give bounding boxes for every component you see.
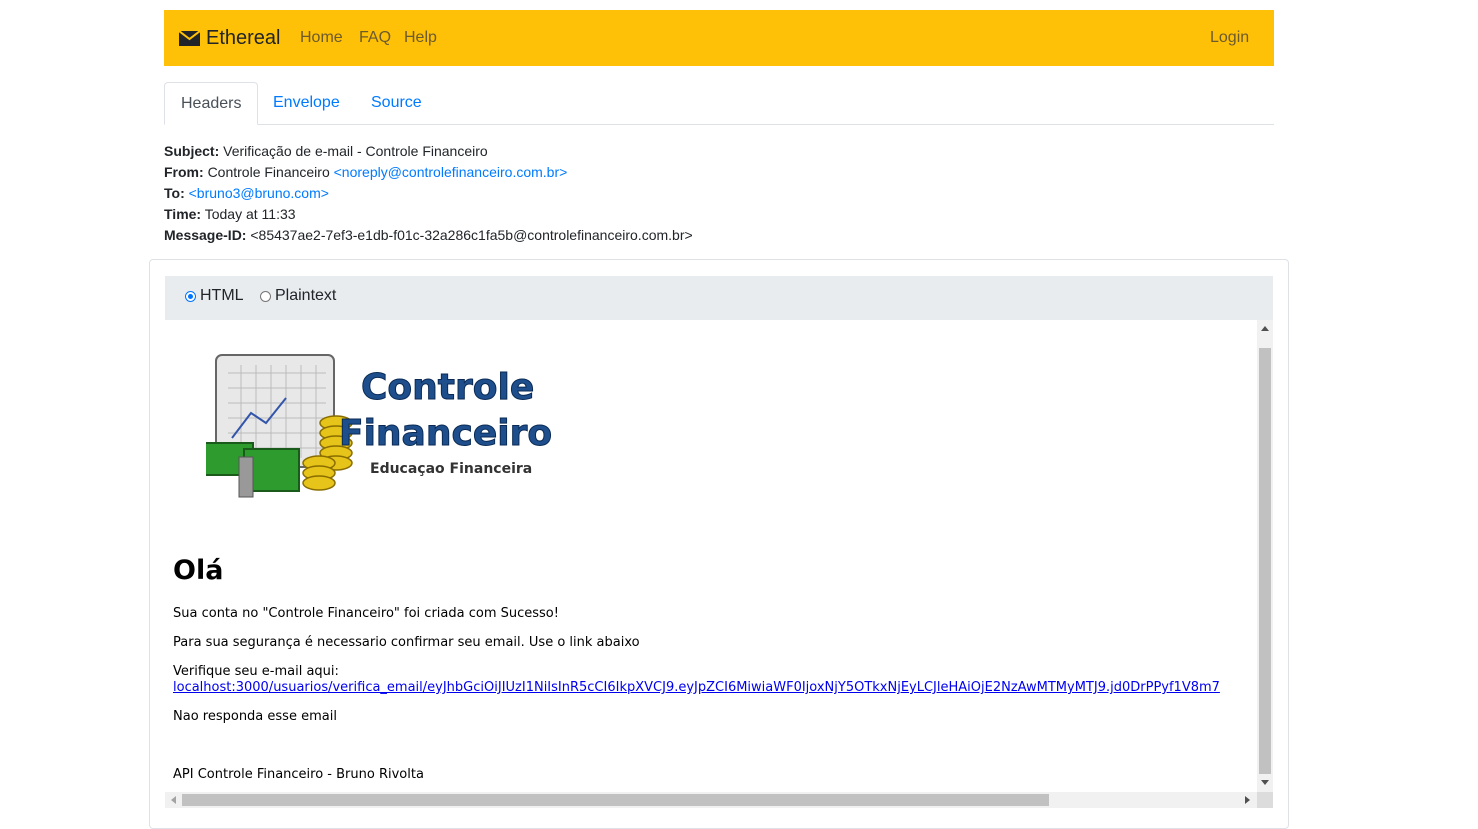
signature-text: API Controle Financeiro - Bruno Rivolta <box>173 767 424 782</box>
message-headers: Subject: Verificação de e-mail - Control… <box>164 141 693 246</box>
brand[interactable]: Ethereal <box>179 25 281 51</box>
plaintext-radio[interactable] <box>260 290 271 302</box>
verify-link-wrap: localhost:3000/usuarios/verifica_email/e… <box>173 680 1220 695</box>
nav-faq-link[interactable]: FAQ <box>359 29 391 47</box>
nav-home-link[interactable]: Home <box>300 29 343 47</box>
time-value: Today at 11:33 <box>204 206 296 222</box>
from-row: From: Controle Financeiro <noreply@contr… <box>164 162 693 183</box>
brand-name: Ethereal <box>206 26 281 49</box>
vertical-scrollbar[interactable] <box>1257 320 1273 792</box>
account-created-text: Sua conta no "Controle Financeiro" foi c… <box>173 606 559 621</box>
to-label: To: <box>164 185 185 201</box>
security-text: Para sua segurança é necessario confirma… <box>173 635 640 650</box>
to-row: To: <bruno3@bruno.com> <box>164 183 693 204</box>
verify-label: Verifique seu e-mail aqui: <box>173 664 339 679</box>
plaintext-view-option[interactable]: Plaintext <box>260 287 336 305</box>
logo-title-line2: Financeiro <box>339 413 552 454</box>
time-row: Time: Today at 11:33 <box>164 204 693 225</box>
message-id-row: Message-ID: <85437ae2-7ef3-e1db-f01c-32a… <box>164 225 693 246</box>
from-email-link[interactable]: <noreply@controlefinanceiro.com.br> <box>334 164 568 180</box>
plaintext-radio-label: Plaintext <box>275 287 337 304</box>
vertical-scroll-thumb[interactable] <box>1259 348 1271 774</box>
html-radio-label: HTML <box>200 287 244 304</box>
verify-link[interactable]: localhost:3000/usuarios/verifica_email/e… <box>173 680 1220 695</box>
scroll-up-arrow-icon[interactable] <box>1261 326 1269 331</box>
tab-headers[interactable]: Headers <box>164 82 259 125</box>
from-name: Controle Financeiro <box>207 164 330 180</box>
to-email-link[interactable]: <bruno3@bruno.com> <box>189 185 329 201</box>
greeting-heading: Olá <box>173 555 224 586</box>
controle-financeiro-logo: Controle Financeiro Educaçao Financeira <box>206 354 553 498</box>
html-radio[interactable] <box>185 290 196 302</box>
horizontal-scrollbar[interactable] <box>165 792 1257 808</box>
time-label: Time: <box>164 206 202 222</box>
message-id-value: <85437ae2-7ef3-e1db-f01c-32a286c1fa5b@co… <box>250 227 693 243</box>
logo-subtitle: Educaçao Financeira <box>370 461 532 477</box>
scroll-left-arrow-icon[interactable] <box>171 796 176 804</box>
envelope-icon <box>179 30 200 46</box>
subject-row: Subject: Verificação de e-mail - Control… <box>164 141 693 162</box>
tab-envelope[interactable]: Envelope <box>273 82 340 124</box>
email-preview-frame[interactable]: Controle Financeiro Educaçao Financeira … <box>165 320 1273 808</box>
horizontal-scroll-thumb[interactable] <box>182 794 1049 806</box>
scroll-right-arrow-icon[interactable] <box>1245 796 1250 804</box>
nav-help-link[interactable]: Help <box>404 29 437 47</box>
html-view-option[interactable]: HTML <box>185 287 244 305</box>
from-label: From: <box>164 164 204 180</box>
subject-value: Verificação de e-mail - Controle Finance… <box>223 143 488 159</box>
tab-source[interactable]: Source <box>371 82 422 124</box>
logo-title-line1: Controle <box>361 367 534 408</box>
subject-label: Subject: <box>164 143 220 159</box>
message-tabs: Headers Envelope Source <box>164 82 1274 125</box>
scroll-down-arrow-icon[interactable] <box>1261 780 1269 785</box>
login-link[interactable]: Login <box>1210 29 1249 47</box>
no-reply-text: Nao responda esse email <box>173 709 337 724</box>
scrollbar-corner <box>1257 792 1273 808</box>
view-mode-toolbar: HTML Plaintext <box>165 276 1273 320</box>
message-id-label: Message-ID: <box>164 227 247 243</box>
top-navbar: Ethereal Home FAQ Help Login <box>164 10 1274 66</box>
